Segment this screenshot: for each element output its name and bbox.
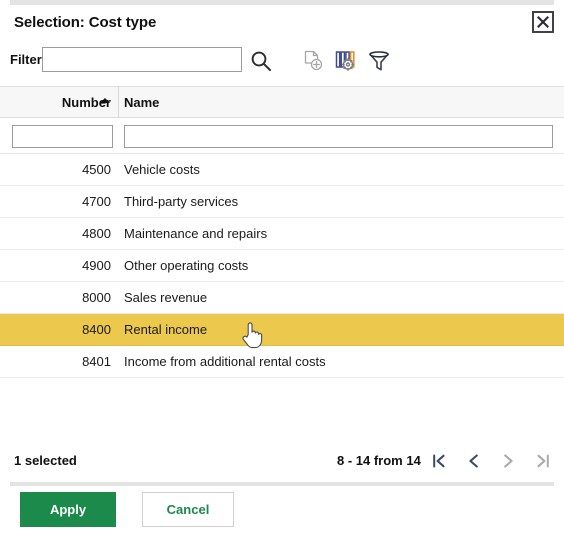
filter-input[interactable] [42, 47, 242, 72]
page-title: Selection: Cost type [14, 14, 157, 31]
new-document-icon [304, 50, 323, 71]
cancel-button[interactable]: Cancel [142, 492, 234, 527]
close-icon [537, 16, 549, 28]
cell-name: Vehicle costs [124, 162, 200, 177]
column-header-name-label: Name [124, 95, 160, 110]
table-row[interactable]: 4800 Maintenance and repairs [0, 218, 564, 250]
column-filter-number-input[interactable] [12, 125, 113, 148]
cell-name: Other operating costs [124, 258, 249, 273]
table-header-row: Number Name [0, 86, 564, 118]
filter-funnel-button[interactable] [364, 46, 394, 76]
column-header-name[interactable]: Name [124, 95, 159, 110]
last-page-button[interactable] [529, 448, 555, 474]
filter-label: Filter [10, 52, 42, 67]
page-range-label: 8 - 14 from 14 [337, 453, 421, 468]
table-row[interactable]: 8000 Sales revenue [0, 282, 564, 314]
last-page-icon [537, 454, 549, 468]
chevron-left-icon [469, 454, 478, 468]
cell-name: Income from additional rental costs [124, 354, 326, 369]
selected-count-label: 1 selected [14, 453, 77, 468]
cell-number: 4700 [82, 194, 111, 209]
table-row[interactable]: 4700 Third-party services [0, 186, 564, 218]
table-body: 4500 Vehicle costs 4700 Third-party serv… [0, 154, 564, 378]
column-settings-button[interactable] [331, 46, 361, 76]
column-settings-icon [335, 51, 355, 71]
sort-ascending-icon [100, 98, 110, 103]
search-icon [251, 51, 271, 71]
next-page-button[interactable] [495, 448, 521, 474]
first-page-icon [433, 454, 445, 468]
cell-name: Rental income [124, 322, 208, 337]
search-button[interactable] [246, 46, 276, 76]
first-page-button[interactable] [427, 448, 453, 474]
new-document-button[interactable] [298, 46, 328, 76]
cell-name: Maintenance and repairs [124, 226, 268, 241]
cell-name: Third-party services [124, 194, 239, 209]
previous-page-button[interactable] [461, 448, 487, 474]
cell-number: 4900 [82, 258, 111, 273]
table-row[interactable]: 4900 Other operating costs [0, 250, 564, 282]
selection-dialog: Selection: Cost type Filter Number Name … [0, 0, 564, 539]
footer-divider [10, 482, 554, 486]
column-header-number[interactable]: Number [0, 95, 111, 110]
filter-toolbar: Filter [0, 42, 564, 80]
cell-number: 4800 [82, 226, 111, 241]
close-button[interactable] [532, 11, 554, 33]
column-filter-name-input[interactable] [124, 125, 553, 148]
apply-button[interactable]: Apply [20, 492, 116, 527]
dialog-title-bar: Selection: Cost type [0, 5, 564, 39]
table-row-selected[interactable]: 8400 Rental income [0, 314, 564, 346]
cell-number: 4500 [82, 162, 111, 177]
cell-name: Sales revenue [124, 290, 208, 305]
table-footer: 1 selected 8 - 14 from 14 [0, 440, 564, 480]
cell-number: 8000 [82, 290, 111, 305]
table-row[interactable]: 8401 Income from additional rental costs [0, 346, 564, 378]
column-filter-row [0, 118, 564, 154]
filter-funnel-icon [369, 51, 389, 71]
cell-number: 8401 [82, 354, 111, 369]
cell-number: 8400 [82, 322, 111, 337]
table-row[interactable]: 4500 Vehicle costs [0, 154, 564, 186]
chevron-right-icon [504, 454, 513, 468]
